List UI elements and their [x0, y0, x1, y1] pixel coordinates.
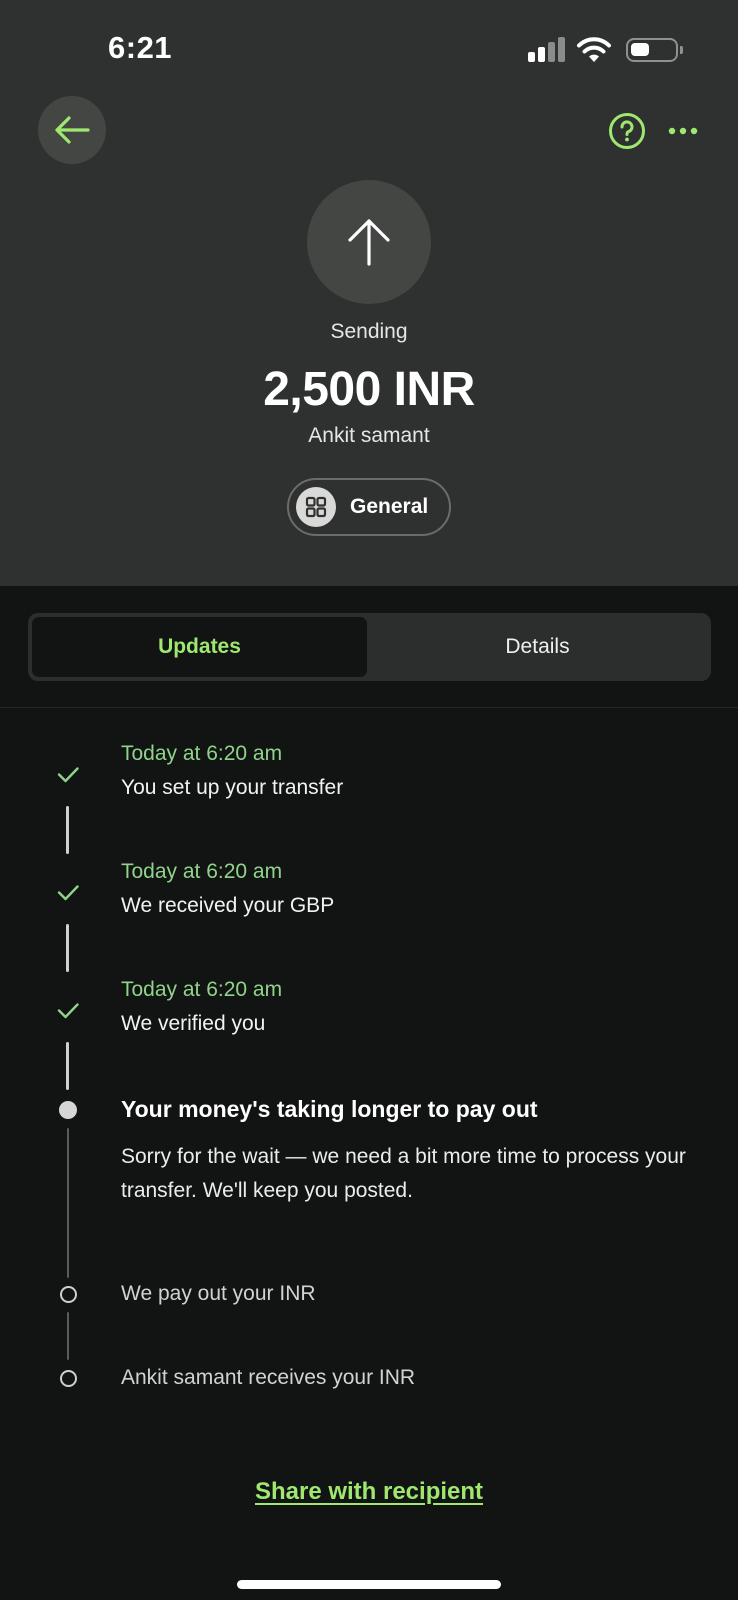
transfer-header: 6:21 Sending 2,500 INR Ankit samant Gene…: [0, 0, 738, 586]
more-dots-icon: [668, 127, 698, 135]
timeline-connector: [66, 924, 69, 972]
timeline-connector: [67, 1128, 69, 1278]
pending-step-dot: [60, 1370, 77, 1387]
home-indicator[interactable]: [237, 1580, 501, 1589]
more-options-button[interactable]: [666, 116, 700, 146]
battery-icon: [626, 38, 683, 62]
arrow-left-icon: [55, 116, 90, 144]
timeline-connector: [67, 1312, 69, 1360]
step-timestamp: Today at 6:20 am: [121, 978, 283, 1001]
step-description: We verified you: [121, 1012, 266, 1035]
arrow-up-icon: [348, 219, 390, 266]
recipient-name: Ankit samant: [308, 424, 430, 447]
pending-step-label: Ankit samant receives your INR: [121, 1366, 416, 1389]
step-description: You set up your transfer: [121, 776, 344, 799]
signal-icon: [528, 36, 568, 62]
check-icon: [57, 885, 79, 901]
wifi-icon: [577, 37, 611, 62]
help-button[interactable]: [608, 112, 646, 150]
step-description: We received your GBP: [121, 894, 335, 917]
pending-step-dot: [60, 1286, 77, 1303]
back-button[interactable]: [38, 96, 106, 164]
divider: [0, 707, 738, 708]
question-circle-icon: [609, 113, 645, 149]
current-step-dot: [59, 1101, 77, 1119]
tab-updates[interactable]: Updates: [32, 617, 367, 677]
transfer-amount: 2,500 INR: [263, 363, 475, 416]
current-step-message: Sorry for the wait — we need a bit more …: [121, 1145, 686, 1202]
check-icon: [57, 767, 79, 783]
timeline-connector: [66, 806, 69, 854]
tab-details[interactable]: Details: [370, 617, 705, 677]
check-icon: [57, 1003, 79, 1019]
current-step-title: Your money's taking longer to pay out: [121, 1096, 538, 1122]
category-button[interactable]: General: [287, 478, 451, 536]
transfer-direction-badge: [307, 180, 431, 304]
step-timestamp: Today at 6:20 am: [121, 742, 283, 765]
tab-bar: Updates Details: [28, 613, 711, 681]
grid-icon: [296, 487, 336, 527]
transfer-status-label: Sending: [330, 320, 408, 343]
category-label: General: [350, 495, 429, 518]
pending-step-label: We pay out your INR: [121, 1282, 316, 1305]
step-timestamp: Today at 6:20 am: [121, 860, 283, 883]
share-with-recipient-link[interactable]: Share with recipient: [0, 1478, 738, 1506]
timeline-connector: [66, 1042, 69, 1090]
status-bar-time: 6:21: [108, 30, 173, 65]
